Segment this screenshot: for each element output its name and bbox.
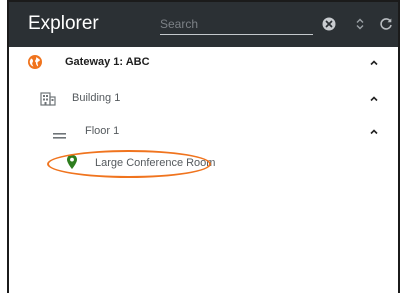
tree-item-label: Floor 1 <box>85 125 120 137</box>
sort-icon[interactable] <box>352 16 368 32</box>
panel-title: Explorer <box>28 13 99 34</box>
search-input[interactable] <box>160 13 313 35</box>
tree-item-label: Gateway 1: ABC <box>65 56 150 68</box>
globe-icon <box>27 54 43 70</box>
tree-item-gateway[interactable]: Gateway 1: ABC <box>9 50 398 76</box>
location-pin-icon <box>66 154 78 170</box>
explorer-header: Explorer <box>9 2 398 47</box>
refresh-icon[interactable] <box>378 16 394 32</box>
chevron-up-icon[interactable] <box>368 92 380 104</box>
tree-item-label: Building 1 <box>72 92 121 104</box>
chevron-up-icon[interactable] <box>368 125 380 137</box>
floor-lines-icon <box>53 127 67 139</box>
tree-item-building[interactable]: Building 1 <box>9 86 398 112</box>
tree-item-label: Large Conference Room <box>95 157 216 169</box>
tree-item-floor[interactable]: Floor 1 <box>9 119 398 145</box>
tree-item-room[interactable]: Large Conference Room <box>9 151 398 177</box>
building-icon <box>40 92 56 106</box>
chevron-up-icon[interactable] <box>368 56 380 68</box>
explorer-panel: Explorer Search Gateway 1: ABC Building … <box>7 0 400 293</box>
close-circle-icon[interactable] <box>321 16 337 32</box>
